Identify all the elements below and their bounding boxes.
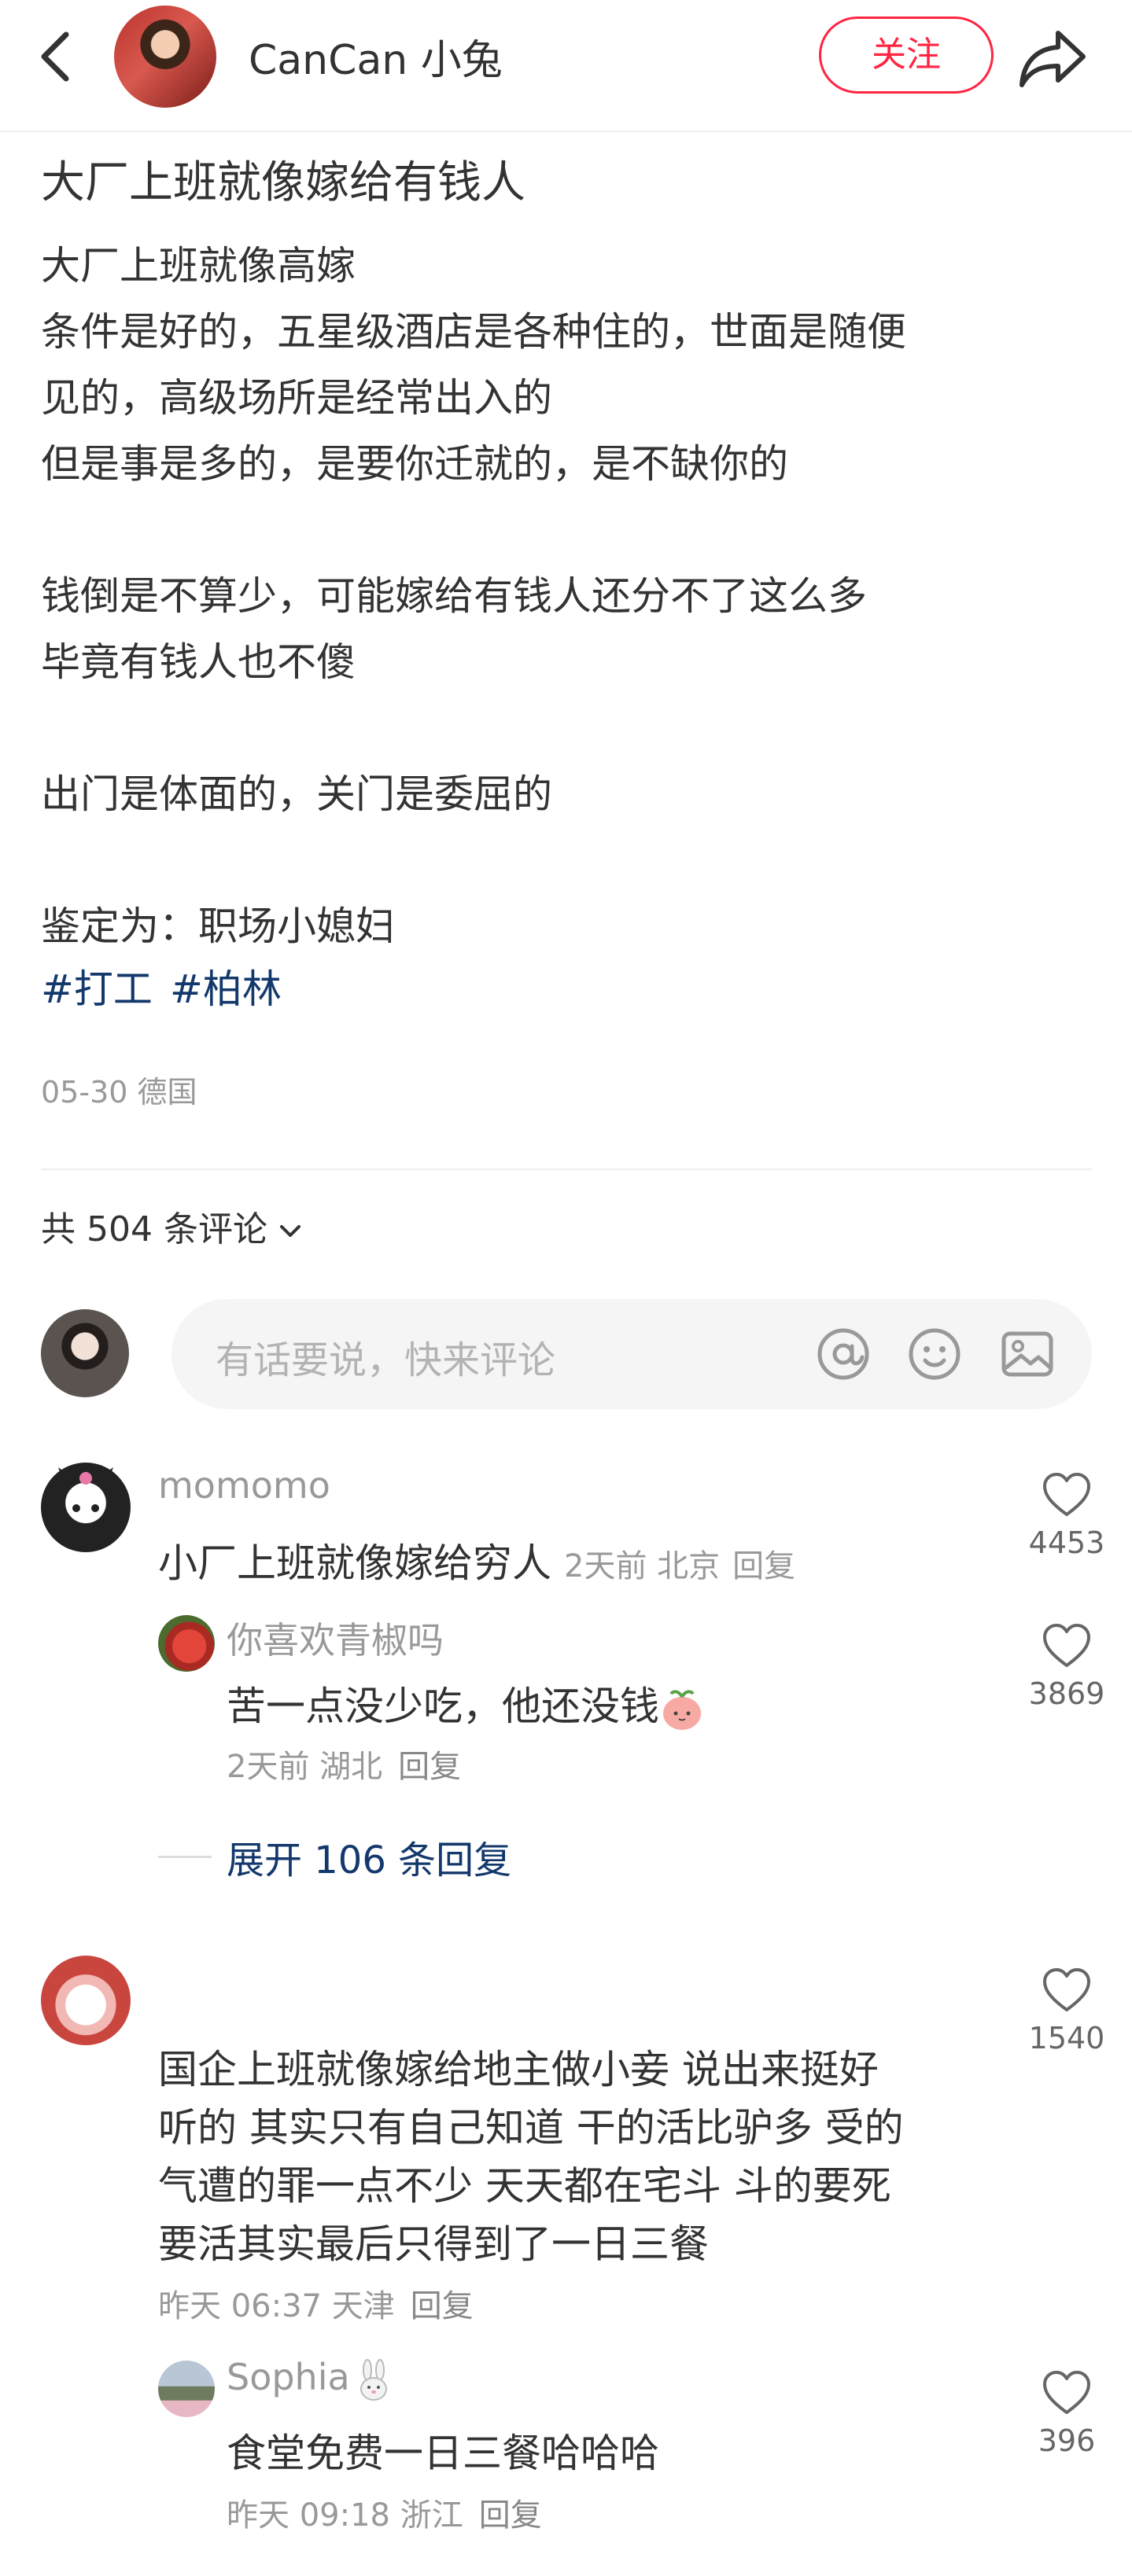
at-icon [817, 1328, 869, 1380]
back-button[interactable] [28, 22, 85, 91]
comment-body: 小厂上班就像嫁给穷人 [158, 1540, 551, 1586]
reply-button[interactable]: 回复 [411, 2288, 474, 2324]
comment-count-label: 共 504 条评论 [41, 1209, 267, 1249]
reply-text: 苦一点没少吃，他还没钱 [227, 1675, 705, 1732]
comment-text-line: 听的 其实只有自己知道 干的活比驴多 受的 [158, 2105, 904, 2151]
kuromi-avatar-icon [58, 1467, 113, 1512]
post-body-line: 鉴定为：职场小媳妇 [41, 903, 395, 949]
reply-time-location: 2天前 湖北 [227, 1749, 383, 1785]
heart-icon [1043, 1473, 1090, 1516]
chevron-left-icon [41, 31, 69, 82]
post-body-line: 条件是好的，五星级酒店是各种住的，世面是随便 [41, 309, 906, 355]
chevron-down-icon [279, 1225, 301, 1237]
reply-meta: 昨天 09:18 浙江 回复 [227, 2490, 542, 2535]
comment-text: 小厂上班就像嫁给穷人 2天前 北京 回复 [158, 1532, 795, 1588]
like-button[interactable]: 3869 [1020, 1623, 1114, 1711]
comment-time-location: 2天前 北京 [564, 1548, 721, 1584]
post-body-line: 见的，高级场所是经常出入的 [41, 375, 552, 421]
like-button[interactable]: 1540 [1020, 1967, 1114, 2055]
post-body-line: 钱倒是不算少，可能嫁给有钱人还分不了这么多 [41, 573, 867, 619]
share-arrow-icon [1020, 31, 1086, 87]
emoji-smile-icon [909, 1328, 961, 1380]
heart-icon [1043, 1968, 1090, 2011]
reply-text: 食堂免费一日三餐哈哈哈 [227, 2431, 659, 2476]
replier-avatar[interactable] [158, 2361, 215, 2417]
comment-text-line: 要活其实最后只得到了一日三餐 [158, 2221, 709, 2267]
peach-emoji-icon [663, 1689, 701, 1730]
reply-button[interactable]: 回复 [732, 1548, 795, 1584]
reply-username[interactable]: 你喜欢青椒吗 [227, 1612, 444, 1664]
like-button[interactable]: 4453 [1020, 1472, 1114, 1560]
expand-replies-button[interactable]: 展开 106 条回复 [227, 1829, 511, 1884]
tag-dagong[interactable]: #打工 [41, 958, 153, 1014]
comment-username[interactable]: momomo [158, 1464, 330, 1507]
image-button[interactable] [999, 1326, 1056, 1382]
post-body-line: 但是事是多的，是要你迁就的，是不缺你的 [41, 441, 788, 487]
post-date-location: 05-30 德国 [41, 1075, 197, 1110]
reply-button[interactable]: 回复 [479, 2497, 542, 2534]
commenter-avatar[interactable] [41, 1956, 131, 2045]
rabbit-emoji-icon [360, 2358, 387, 2401]
like-count: 4453 [1028, 1525, 1105, 1560]
heart-icon [1043, 1624, 1090, 1667]
current-user-avatar [41, 1309, 129, 1397]
reply-username-text: Sophia [227, 2356, 350, 2398]
heart-icon [1043, 2371, 1090, 2414]
post-body-line: 出门是体面的，关门是委屈的 [41, 771, 552, 817]
reply-body: 苦一点没少吃，他还没钱 [227, 1684, 659, 1729]
replier-avatar[interactable] [158, 1615, 215, 1672]
reply-meta: 2天前 湖北 回复 [227, 1741, 461, 1787]
expand-replies-line [158, 1856, 212, 1858]
share-button[interactable] [1017, 22, 1090, 94]
post-body-line: 毕竟有钱人也不傻 [41, 639, 356, 685]
like-count: 1540 [1028, 2021, 1105, 2055]
divider [41, 1168, 1092, 1170]
top-bar: CanCan 小兔 关注 [0, 0, 1132, 132]
post-title: 大厂上班就像嫁给有钱人 [41, 157, 525, 208]
comment-input[interactable]: 有话要说，快来评论 [171, 1299, 1092, 1409]
comment-count-toggle[interactable]: 共 504 条评论 [41, 1201, 302, 1251]
commenter-avatar[interactable] [41, 1463, 131, 1552]
like-button[interactable]: 396 [1020, 2370, 1114, 2458]
reply-time-location: 昨天 09:18 浙江 [227, 2497, 463, 2534]
comment-meta: 昨天 06:37 天津 回复 [158, 2280, 474, 2326]
author-avatar[interactable] [114, 6, 216, 108]
comment-text-line: 气遭的罪一点不少 天天都在宅斗 斗的要死 [158, 2163, 891, 2209]
like-count: 396 [1038, 2423, 1096, 2458]
post-body-line: 大厂上班就像高嫁 [41, 243, 356, 289]
comment-input-placeholder: 有话要说，快来评论 [216, 1338, 556, 1382]
reply-username[interactable]: Sophia [227, 2356, 393, 2401]
image-icon [1001, 1331, 1053, 1377]
tag-berlin[interactable]: #柏林 [170, 958, 282, 1014]
comment-text-line: 国企上班就像嫁给地主做小妾 说出来挺好 [158, 2047, 879, 2092]
emoji-button[interactable] [906, 1326, 963, 1382]
author-name[interactable]: CanCan 小兔 [249, 27, 503, 86]
like-count: 3869 [1028, 1676, 1105, 1711]
reply-button[interactable]: 回复 [398, 1749, 461, 1785]
mention-button[interactable] [815, 1326, 872, 1382]
comment-time-location: 昨天 06:37 天津 [158, 2288, 395, 2324]
follow-button[interactable]: 关注 [819, 17, 994, 94]
